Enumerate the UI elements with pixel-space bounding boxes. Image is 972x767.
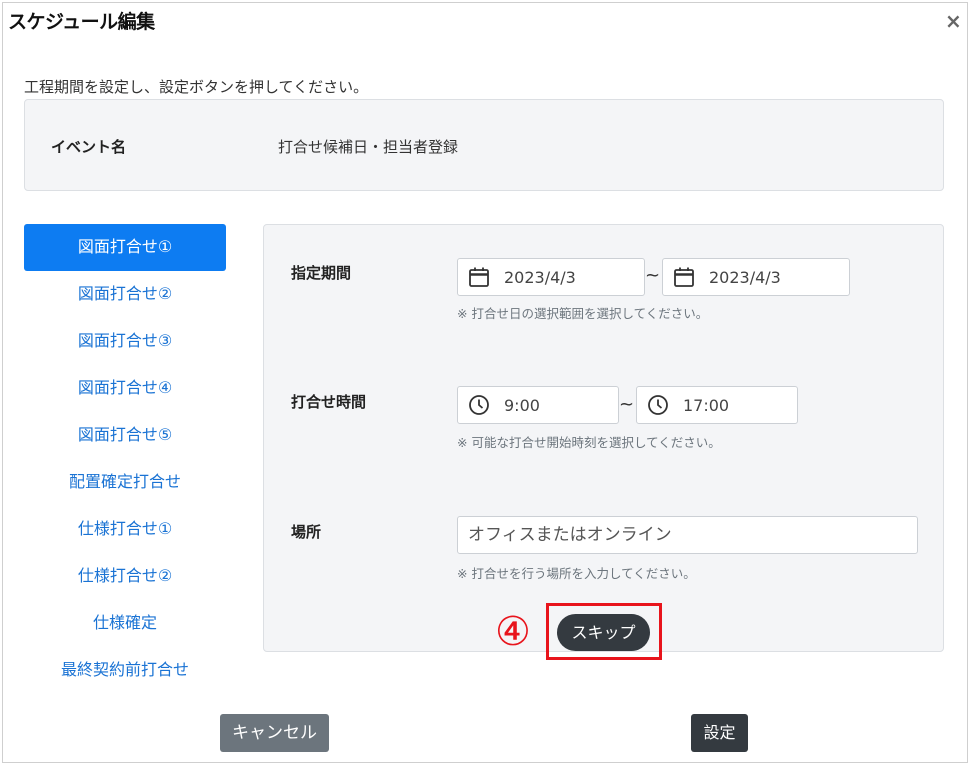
period-end-value: 2023/4/3 <box>709 267 781 287</box>
period-separator: ~ <box>645 265 661 286</box>
calendar-icon <box>673 266 695 288</box>
meeting-step-list: 図面打合せ① 図面打合せ② 図面打合せ③ 図面打合せ④ 図面打合せ⑤ 配置確定打… <box>24 224 226 694</box>
sidebar-item-drawing-meeting-1[interactable]: 図面打合せ① <box>24 224 226 271</box>
sidebar-item-drawing-meeting-4[interactable]: 図面打合せ④ <box>24 365 226 412</box>
time-start-value: 9:00 <box>504 395 540 415</box>
skip-button[interactable]: スキップ <box>557 614 650 651</box>
event-info-box: イベント名 打合せ候補日・担当者登録 <box>24 99 944 191</box>
place-hint: ※ 打合せを行う場所を入力してください。 <box>457 566 696 581</box>
clock-icon <box>468 394 490 416</box>
event-name-value: 打合せ候補日・担当者登録 <box>278 138 459 156</box>
schedule-form-panel: 指定期間 2023/4/3 ~ 2023/4/3 ※ 打合せ日の選択範囲を選択し… <box>263 224 944 652</box>
dialog-title: スケジュール編集 <box>8 11 155 33</box>
event-name-label: イベント名 <box>51 138 127 156</box>
sidebar-item-spec-meeting-2[interactable]: 仕様打合せ② <box>24 553 226 600</box>
sidebar-item-drawing-meeting-5[interactable]: 図面打合せ⑤ <box>24 412 226 459</box>
time-label: 打合せ時間 <box>291 393 367 411</box>
sidebar-item-drawing-meeting-3[interactable]: 図面打合せ③ <box>24 318 226 365</box>
set-button[interactable]: 設定 <box>691 714 748 752</box>
sidebar-item-layout-confirm-meeting[interactable]: 配置確定打合せ <box>24 459 226 506</box>
period-hint: ※ 打合せ日の選択範囲を選択してください。 <box>457 306 709 321</box>
sidebar-item-drawing-meeting-2[interactable]: 図面打合せ② <box>24 271 226 318</box>
place-input[interactable]: オフィスまたはオンライン <box>457 516 918 554</box>
place-label: 場所 <box>291 523 322 541</box>
time-end-field[interactable]: 17:00 <box>636 386 798 424</box>
sidebar-item-spec-meeting-1[interactable]: 仕様打合せ① <box>24 506 226 553</box>
close-icon[interactable]: × <box>945 11 962 31</box>
clock-icon <box>647 394 669 416</box>
sidebar-item-spec-confirm[interactable]: 仕様確定 <box>24 600 226 647</box>
time-hint: ※ 可能な打合せ開始時刻を選択してください。 <box>457 435 721 450</box>
period-start-field[interactable]: 2023/4/3 <box>457 258 645 296</box>
step-4-annotation: ④ <box>495 609 531 655</box>
time-end-value: 17:00 <box>683 395 730 415</box>
calendar-icon <box>468 266 490 288</box>
period-end-field[interactable]: 2023/4/3 <box>662 258 850 296</box>
period-start-value: 2023/4/3 <box>504 267 576 287</box>
time-start-field[interactable]: 9:00 <box>457 386 619 424</box>
time-separator: ~ <box>619 394 635 415</box>
cancel-button[interactable]: キャンセル <box>220 714 329 752</box>
period-label: 指定期間 <box>291 264 352 282</box>
instruction-text: 工程期間を設定し、設定ボタンを押してください。 <box>24 78 369 96</box>
sidebar-item-final-contract-meeting[interactable]: 最終契約前打合せ <box>24 647 226 694</box>
